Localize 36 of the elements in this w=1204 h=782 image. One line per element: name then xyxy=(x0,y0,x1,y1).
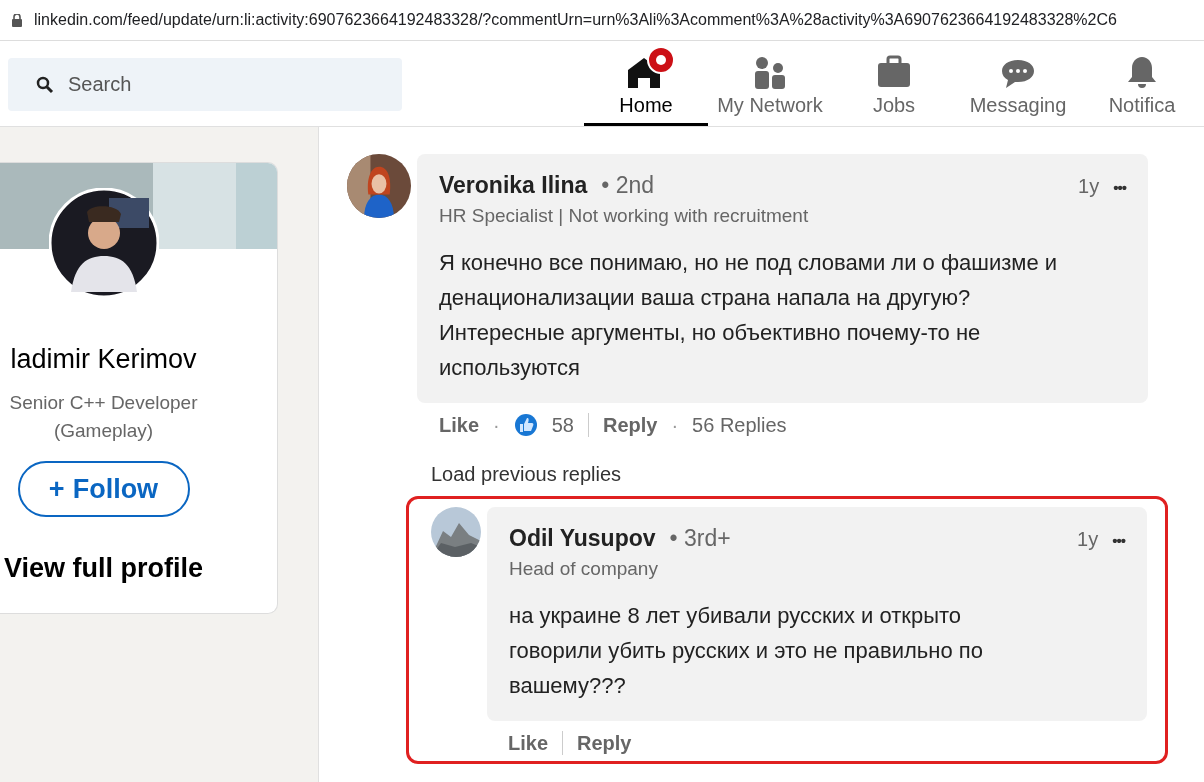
people-icon xyxy=(752,54,788,90)
connection-degree: • 3rd+ xyxy=(669,525,731,552)
thumbs-up-icon xyxy=(513,413,538,437)
profile-name: ladimir Kerimov xyxy=(10,344,197,375)
nav-tab[interactable]: Messaging xyxy=(956,41,1080,126)
reaction-count: 58 xyxy=(551,413,574,437)
search-icon xyxy=(36,75,54,94)
like-button[interactable]: Like xyxy=(508,731,549,755)
author-headline: HR Specialist | Not working with recruitment xyxy=(439,205,810,227)
nav-tab[interactable]: Notifica xyxy=(1080,41,1204,126)
lock-icon xyxy=(12,13,22,27)
chat-icon xyxy=(1000,58,1036,90)
replies-count[interactable]: 56 Replies xyxy=(692,413,787,437)
separator-dot: · xyxy=(671,413,679,437)
comment-time: 1y xyxy=(1078,175,1100,198)
more-options-icon[interactable]: ••• xyxy=(1113,179,1126,196)
author-name[interactable]: Odil Yusupov xyxy=(509,525,656,552)
separator-dot: · xyxy=(493,413,500,437)
profile-headline: Senior C++ Developer (Gameplay) xyxy=(8,391,199,443)
view-profile-link[interactable]: View full profile xyxy=(3,553,203,584)
nav-tab[interactable]: Jobs xyxy=(832,41,956,126)
more-options-icon[interactable]: ••• xyxy=(1112,532,1125,549)
briefcase-icon xyxy=(876,54,912,90)
follow-button[interactable]: + Follow xyxy=(17,461,190,517)
search-field[interactable]: Search xyxy=(8,58,402,111)
author-headline: Head of company xyxy=(509,558,659,580)
like-button[interactable]: Like xyxy=(439,413,480,437)
nav-tab[interactable]: My Network xyxy=(708,41,832,126)
connection-degree: • 2nd xyxy=(601,172,655,199)
comment-time: 1y xyxy=(1077,528,1099,551)
author-name[interactable]: Veronika Ilina xyxy=(439,172,588,199)
comment-text: на украине 8 лет убивали русских и открыто говорили убить русских и это не правильно по вашему??? xyxy=(509,602,984,700)
reply-button[interactable]: Reply xyxy=(602,413,658,437)
comment-text: Я конечно все понимаю, но не под словами ли о фашизме и денационализации ваша страна напала на другую? Интересные аргументы, но объективно почему-то не используются xyxy=(439,249,1059,382)
reply-button[interactable]: Reply xyxy=(577,731,632,755)
load-replies-link[interactable]: Load previous replies xyxy=(431,463,1204,486)
